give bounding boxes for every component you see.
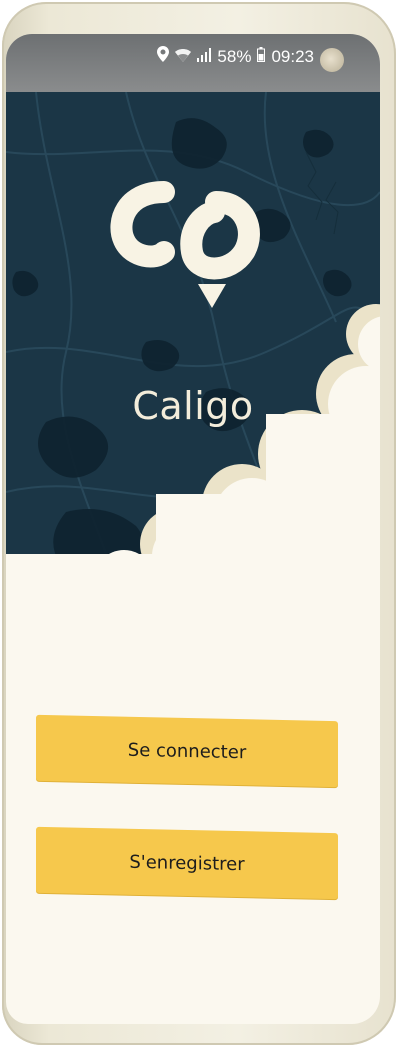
location-icon [157,46,170,67]
cloud-illustration [6,304,380,654]
phone-frame: Caligo Se connecter S'enregistrer 58% 09… [2,2,396,1045]
device-mockup: Caligo Se connecter S'enregistrer 58% 09… [0,0,400,1047]
app-screen: Caligo Se connecter S'enregistrer 58% 09… [6,34,380,1024]
status-bar: 58% 09:23 [6,34,380,92]
status-icons: 58% 09:23 [157,46,314,67]
register-button[interactable]: S'enregistrer [36,826,338,900]
wifi-icon [175,47,192,67]
login-button[interactable]: Se connecter [36,714,338,788]
clock: 09:23 [271,46,314,66]
front-camera [320,48,344,72]
battery-icon [257,46,266,67]
signal-icon [197,47,212,67]
battery-percent: 58% [217,46,252,66]
